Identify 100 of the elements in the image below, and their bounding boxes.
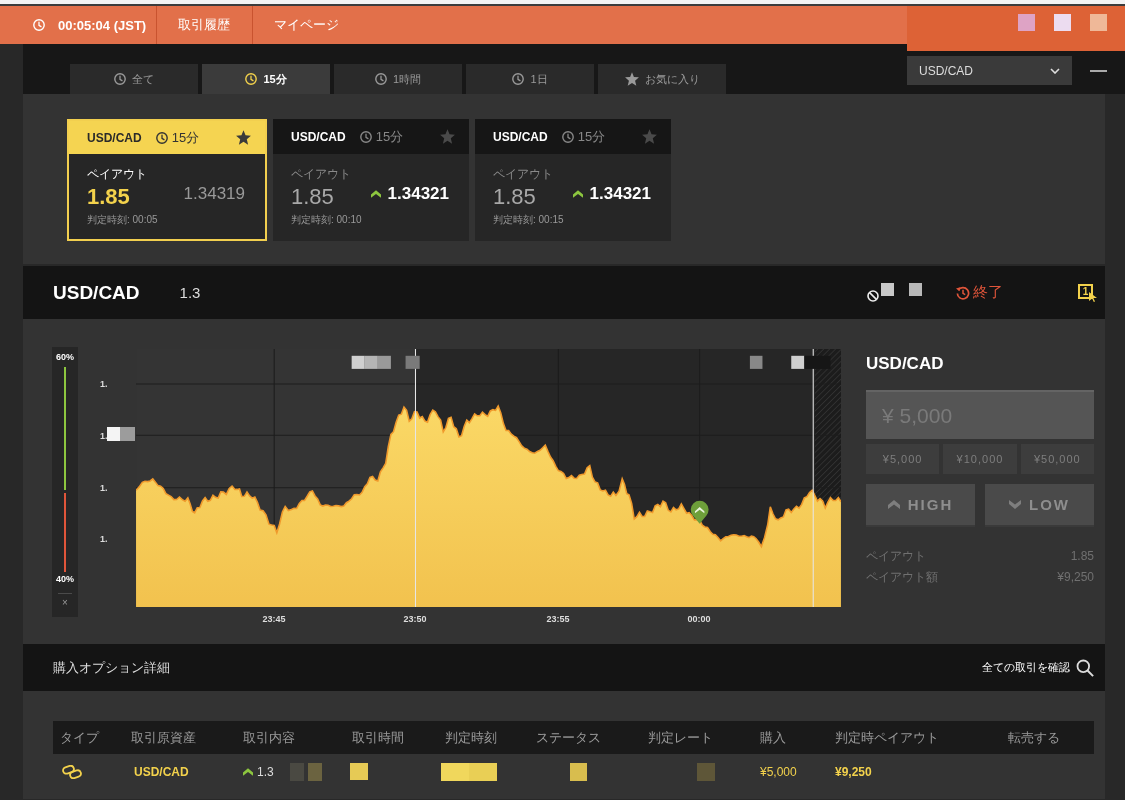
payout-label: ペイアウト: [493, 166, 554, 182]
y-axis-label: 1.: [100, 430, 108, 442]
favorites-tab[interactable]: お気に入り: [598, 64, 726, 94]
link-icon: [62, 764, 82, 779]
close-button[interactable]: ×: [62, 597, 68, 609]
period-tab[interactable]: 15分: [202, 64, 330, 94]
mosaic-block: [570, 762, 587, 781]
mosaic-block: [441, 762, 469, 781]
rate-value: 1.34319: [183, 184, 245, 204]
expiry-time: 判定時刻: 00:15: [493, 213, 565, 227]
card-asset: USD/CAD: [291, 129, 346, 144]
payout-label: ペイアウト: [87, 166, 148, 182]
summary-value: 1.85: [1070, 548, 1094, 565]
history-icon: [956, 285, 970, 300]
column-header: 判定時刻: [444, 728, 498, 747]
table-cell: 1.3: [257, 764, 274, 779]
mosaic-block: [107, 427, 120, 441]
clock-icon: [245, 73, 258, 85]
clock-icon: [374, 73, 387, 85]
rate-value: 1.34321: [589, 184, 651, 204]
asset-dropdown[interactable]: USD/CAD: [907, 56, 1072, 85]
preset-button[interactable]: ¥5,000: [866, 444, 940, 474]
chevron-down-icon: [1050, 67, 1060, 74]
asset-card[interactable]: USD/CAD 15分 ペイアウト 1.85 1.34321 判定時刻: 00:10: [273, 119, 469, 241]
y-axis-label: 1.: [100, 533, 108, 545]
column-header: 取引原資産: [130, 728, 197, 747]
preset-button[interactable]: ¥10,000: [943, 444, 1017, 474]
star-icon: [642, 129, 657, 144]
column-header: ステータス: [535, 728, 602, 747]
x-axis-label: 00:00: [687, 614, 711, 624]
rate-value: 1.34321: [387, 184, 449, 204]
up-marker-icon: [690, 500, 709, 524]
clock-icon: [114, 73, 126, 85]
mosaic-block: [469, 762, 497, 781]
minimize-icon[interactable]: [1090, 69, 1107, 72]
table-cell: USD/CAD: [134, 764, 189, 779]
mosaic-block: [697, 762, 715, 781]
y-axis-label: 1.: [100, 378, 108, 390]
asset-card[interactable]: USD/CAD 15分 ペイアウト 1.85 1.34319 判定時刻: 00:05: [67, 119, 267, 241]
percent-label: 40%: [56, 574, 74, 585]
cursor-icon: [1089, 291, 1097, 302]
card-asset: USD/CAD: [493, 129, 548, 144]
expiry-time: 判定時刻: 00:05: [87, 213, 159, 227]
current-rate: 1.3: [179, 284, 201, 301]
mosaic-block: [881, 283, 894, 296]
ban-icon: [867, 289, 879, 302]
column-header: 取引内容: [242, 728, 296, 747]
nav-link[interactable]: マイページ: [253, 6, 361, 44]
payout-value: 1.85: [493, 183, 536, 211]
x-axis-label: 23:55: [546, 614, 570, 624]
search-icon[interactable]: [1076, 658, 1094, 677]
x-axis-label: 23:45: [262, 614, 286, 624]
clock-icon: [359, 130, 372, 143]
card-asset: USD/CAD: [87, 130, 142, 145]
asset-card[interactable]: USD/CAD 15分 ペイアウト 1.85 1.34321 判定時刻: 00:15: [475, 119, 671, 241]
mosaic-block: [1018, 14, 1035, 31]
table-cell: ¥5,000: [760, 764, 797, 779]
payout-value: 1.85: [291, 183, 334, 211]
clock-time: 00:05:04 (JST): [58, 17, 147, 33]
column-header: 判定レート: [647, 728, 714, 747]
card-period: 15分: [577, 127, 606, 146]
mosaic-block: [909, 283, 922, 296]
mosaic-block: [120, 427, 135, 441]
percent-label: 60%: [56, 352, 74, 363]
star-icon: [236, 130, 251, 145]
mosaic-block: [1090, 14, 1107, 31]
payout-label: ペイアウト: [291, 166, 352, 182]
down-arrow-icon: [1009, 500, 1021, 509]
period-tab[interactable]: 1時間: [334, 64, 462, 94]
view-all-link[interactable]: 全ての取引を確認: [982, 660, 1070, 675]
up-arrow-icon: [243, 767, 253, 776]
preset-button[interactable]: ¥50,000: [1020, 444, 1094, 474]
clock-icon: [512, 73, 525, 85]
panel-title: USD/CAD: [866, 353, 945, 375]
x-axis-label: 23:50: [403, 614, 427, 624]
section-title: 購入オプション詳細: [53, 658, 170, 677]
star-icon: [624, 72, 639, 86]
column-header: 購入: [759, 728, 787, 747]
period-tab[interactable]: 全て: [70, 64, 198, 94]
star-icon: [440, 129, 455, 144]
asset-title: USD/CAD: [53, 281, 140, 304]
payout-value: 1.85: [87, 183, 130, 211]
y-axis-label: 1.: [100, 482, 108, 494]
card-period: 15分: [171, 128, 200, 147]
clock-icon: [155, 131, 168, 144]
period-tab[interactable]: 1日: [466, 64, 594, 94]
clock-icon: [33, 19, 45, 31]
expiry-time: 判定時刻: 00:10: [291, 213, 363, 227]
column-header: 判定時ペイアウト: [834, 728, 940, 747]
table-cell: ¥9,250: [835, 764, 872, 779]
card-period: 15分: [375, 127, 404, 146]
up-arrow-icon: [572, 190, 583, 198]
clock-icon: [561, 130, 574, 143]
summary-value: ¥9,250: [1057, 569, 1094, 586]
column-header: タイプ: [59, 728, 101, 747]
column-header: 取引時間: [351, 728, 405, 747]
up-arrow-icon: [370, 190, 381, 198]
mosaic-block: [307, 762, 322, 781]
mosaic-block: [1054, 14, 1071, 31]
column-header: 転売する: [1007, 728, 1061, 747]
